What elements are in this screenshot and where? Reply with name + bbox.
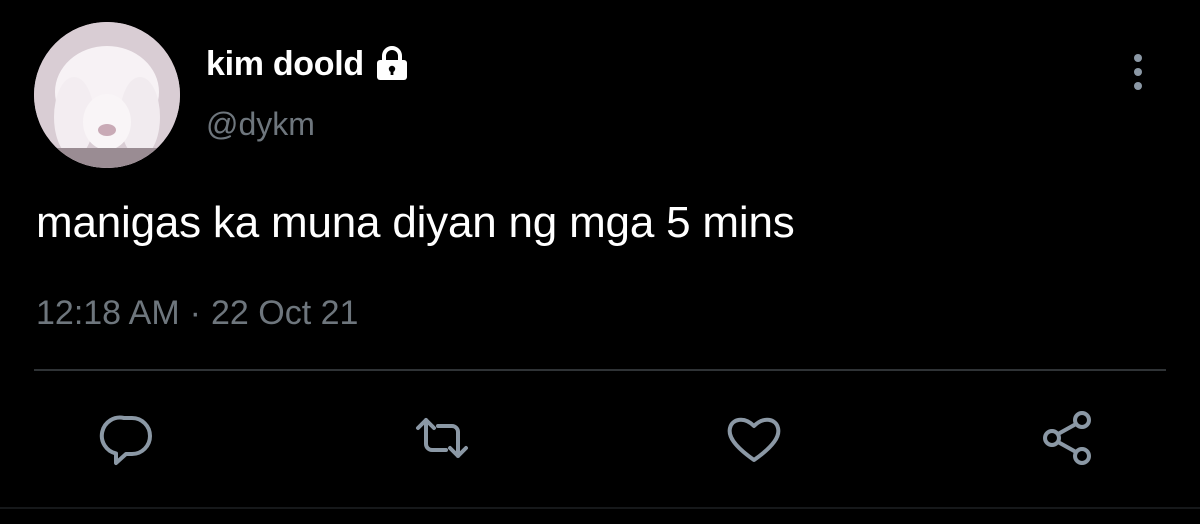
meta-separator: · bbox=[189, 294, 201, 332]
lock-icon bbox=[372, 46, 412, 82]
bottom-divider bbox=[0, 507, 1200, 509]
tweet-text: manigas ka muna diyan ng mga 5 mins bbox=[36, 198, 795, 247]
retweet-button[interactable] bbox=[410, 406, 474, 470]
more-vertical-icon[interactable] bbox=[1124, 48, 1152, 96]
bunny-avatar-icon bbox=[34, 22, 180, 168]
action-bar bbox=[0, 400, 1200, 480]
author-name-row: kim doold bbox=[206, 40, 412, 88]
like-button[interactable] bbox=[722, 406, 786, 470]
tweet-date: 22 Oct 21 bbox=[210, 294, 359, 332]
display-name[interactable]: kim doold bbox=[206, 45, 364, 84]
author-handle[interactable]: @dykm bbox=[206, 106, 315, 143]
share-icon bbox=[1043, 411, 1091, 465]
tweet-detail: kim doold @dykm manigas ka muna diyan ng… bbox=[0, 0, 1200, 524]
heart-icon bbox=[727, 417, 781, 462]
reply-icon bbox=[99, 415, 152, 465]
reply-button[interactable] bbox=[96, 406, 160, 470]
retweet-icon bbox=[416, 418, 468, 458]
avatar[interactable] bbox=[34, 22, 180, 168]
tweet-time: 12:18 AM bbox=[36, 294, 180, 332]
divider bbox=[34, 369, 1166, 371]
share-button[interactable] bbox=[1036, 406, 1100, 470]
tweet-timestamp[interactable]: 12:18 AM · 22 Oct 21 bbox=[36, 294, 358, 333]
